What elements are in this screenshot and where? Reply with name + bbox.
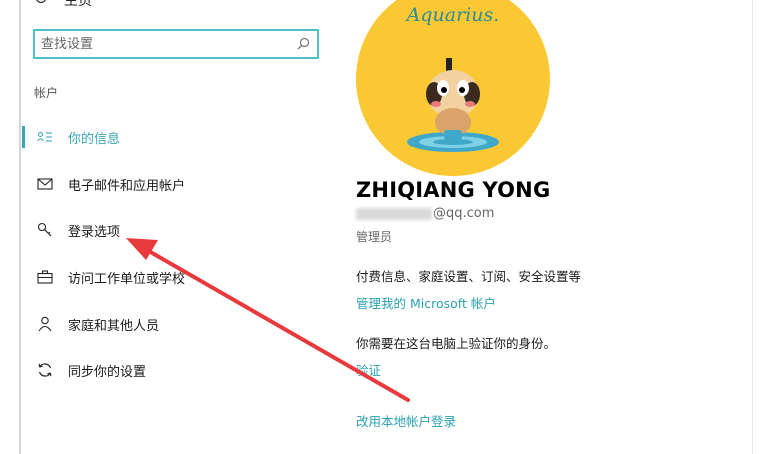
window-left-border — [19, 0, 21, 454]
user-role: 管理员 — [356, 230, 393, 244]
search-icon[interactable] — [295, 36, 311, 52]
window-right-border — [752, 0, 753, 454]
cartoon-character-icon — [407, 58, 499, 152]
sidebar-item-sign-in-options[interactable]: 登录选项 — [22, 216, 312, 244]
sidebar-item-label: 同步你的设置 — [68, 364, 147, 380]
section-label-accounts: 帐户 — [34, 86, 59, 100]
switch-to-local-account-link[interactable]: 改用本地帐户登录 — [356, 411, 456, 430]
sidebar-item-your-info[interactable]: 你的信息 — [22, 123, 312, 151]
sidebar-item-label: 电子邮件和应用帐户 — [68, 178, 186, 194]
sidebar-item-label: 家庭和其他人员 — [68, 318, 160, 334]
home-label: 主页 — [64, 0, 92, 9]
sidebar-item-label: 你的信息 — [68, 131, 121, 147]
user-email: @qq.com — [356, 206, 494, 221]
user-name: ZHIQIANG YONG — [356, 178, 551, 202]
email-redacted-blur — [356, 207, 432, 220]
sidebar-item-label: 登录选项 — [68, 224, 121, 240]
sidebar-item-family[interactable]: 家庭和其他人员 — [22, 310, 312, 338]
briefcase-icon — [36, 268, 54, 286]
person-card-icon — [36, 128, 54, 146]
key-icon — [36, 221, 54, 239]
search-box[interactable] — [33, 29, 319, 59]
home-nav-item[interactable]: 主页 — [34, 0, 92, 10]
billing-info-text: 付费信息、家庭设置、订阅、安全设置等 — [356, 269, 582, 284]
sidebar-item-sync[interactable]: 同步你的设置 — [22, 356, 312, 384]
person-icon — [36, 315, 54, 333]
sidebar-item-email-accounts[interactable]: 电子邮件和应用帐户 — [22, 170, 312, 198]
sidebar-item-work-school[interactable]: 访问工作单位或学校 — [22, 263, 312, 291]
email-suffix: @qq.com — [433, 206, 495, 221]
sync-icon — [36, 361, 54, 379]
avatar: Aquarius. — [356, 0, 550, 176]
manage-microsoft-account-link[interactable]: 管理我的 Microsoft 帐户 — [356, 293, 496, 312]
verify-identity-text: 你需要在这台电脑上验证你的身份。 — [356, 336, 557, 351]
verify-link[interactable]: 验证 — [356, 360, 381, 379]
mail-icon — [36, 175, 54, 193]
search-input[interactable] — [41, 35, 291, 53]
sidebar-item-label: 访问工作单位或学校 — [68, 271, 186, 287]
gear-icon — [34, 0, 48, 9]
